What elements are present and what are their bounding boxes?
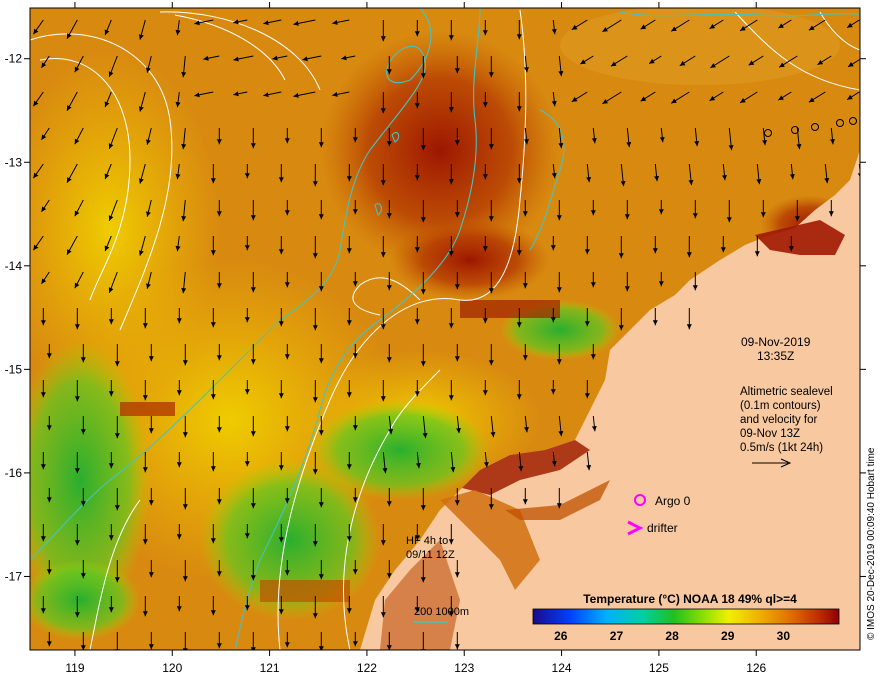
lat-tick-label: -17: [5, 569, 23, 583]
hf-note-line-1: HF 4h to: [406, 535, 449, 547]
lon-tick-label: 122: [357, 661, 377, 675]
altimetry-line-1: Altimetric sealevel: [740, 386, 833, 398]
colorbar-tick-label: 27: [610, 629, 624, 643]
colorbar-tick-label: 26: [554, 629, 568, 643]
date-label: 09-Nov-2019: [741, 335, 811, 349]
hf-note: HF 4h to 09/11 12Z: [406, 534, 455, 562]
colorbar-tick-label: 30: [777, 629, 791, 643]
lon-tick-label: 125: [649, 661, 669, 675]
lat-tick-label: -16: [5, 466, 23, 480]
hf-note-line-2: 09/11 12Z: [406, 549, 455, 561]
time-label: 13:35Z: [757, 349, 795, 363]
lat-tick-label: -12: [5, 52, 23, 66]
colorbar-title: Temperature (°C) NOAA 18 49% ql>=4: [583, 592, 797, 606]
lon-tick-label: 119: [65, 661, 84, 675]
altimetry-legend: Altimetric sealevel (0.1m contours) and …: [740, 385, 833, 455]
drifter-label: drifter: [647, 521, 678, 535]
credit-label: © IMOS 20-Dec-2019 00:09:40 Hobart time: [866, 447, 877, 640]
velocity-arrowhead: [182, 648, 188, 650]
velocity-arrowhead: [863, 215, 868, 220]
altimetry-line-5: 0.5m/s (1kt 24h): [740, 442, 824, 454]
altimetry-line-2: (0.1m contours): [740, 400, 821, 412]
velocity-arrowhead: [864, 143, 869, 148]
argo-label: Argo 0: [655, 494, 691, 508]
velocity-arrow: [865, 128, 867, 148]
altimetry-line-4: 09-Nov 13Z: [740, 428, 801, 440]
colorbar-tick-label: 28: [665, 629, 679, 643]
colorbar-tick-label: 29: [721, 629, 735, 643]
lon-tick-label: 123: [454, 661, 474, 675]
lat-tick-label: -13: [5, 155, 23, 169]
altimetry-line-3: and velocity for: [740, 414, 818, 426]
lat-tick-label: -14: [5, 259, 23, 273]
lon-tick-label: 121: [260, 661, 280, 675]
isobath-legend-label: 200 1000m: [414, 606, 469, 618]
lon-tick-label: 124: [552, 661, 572, 675]
lon-tick-label: 126: [746, 661, 766, 675]
lat-tick-label: -15: [5, 362, 23, 376]
lon-tick-label: 120: [162, 661, 182, 675]
colorbar-ramp: [532, 608, 840, 625]
